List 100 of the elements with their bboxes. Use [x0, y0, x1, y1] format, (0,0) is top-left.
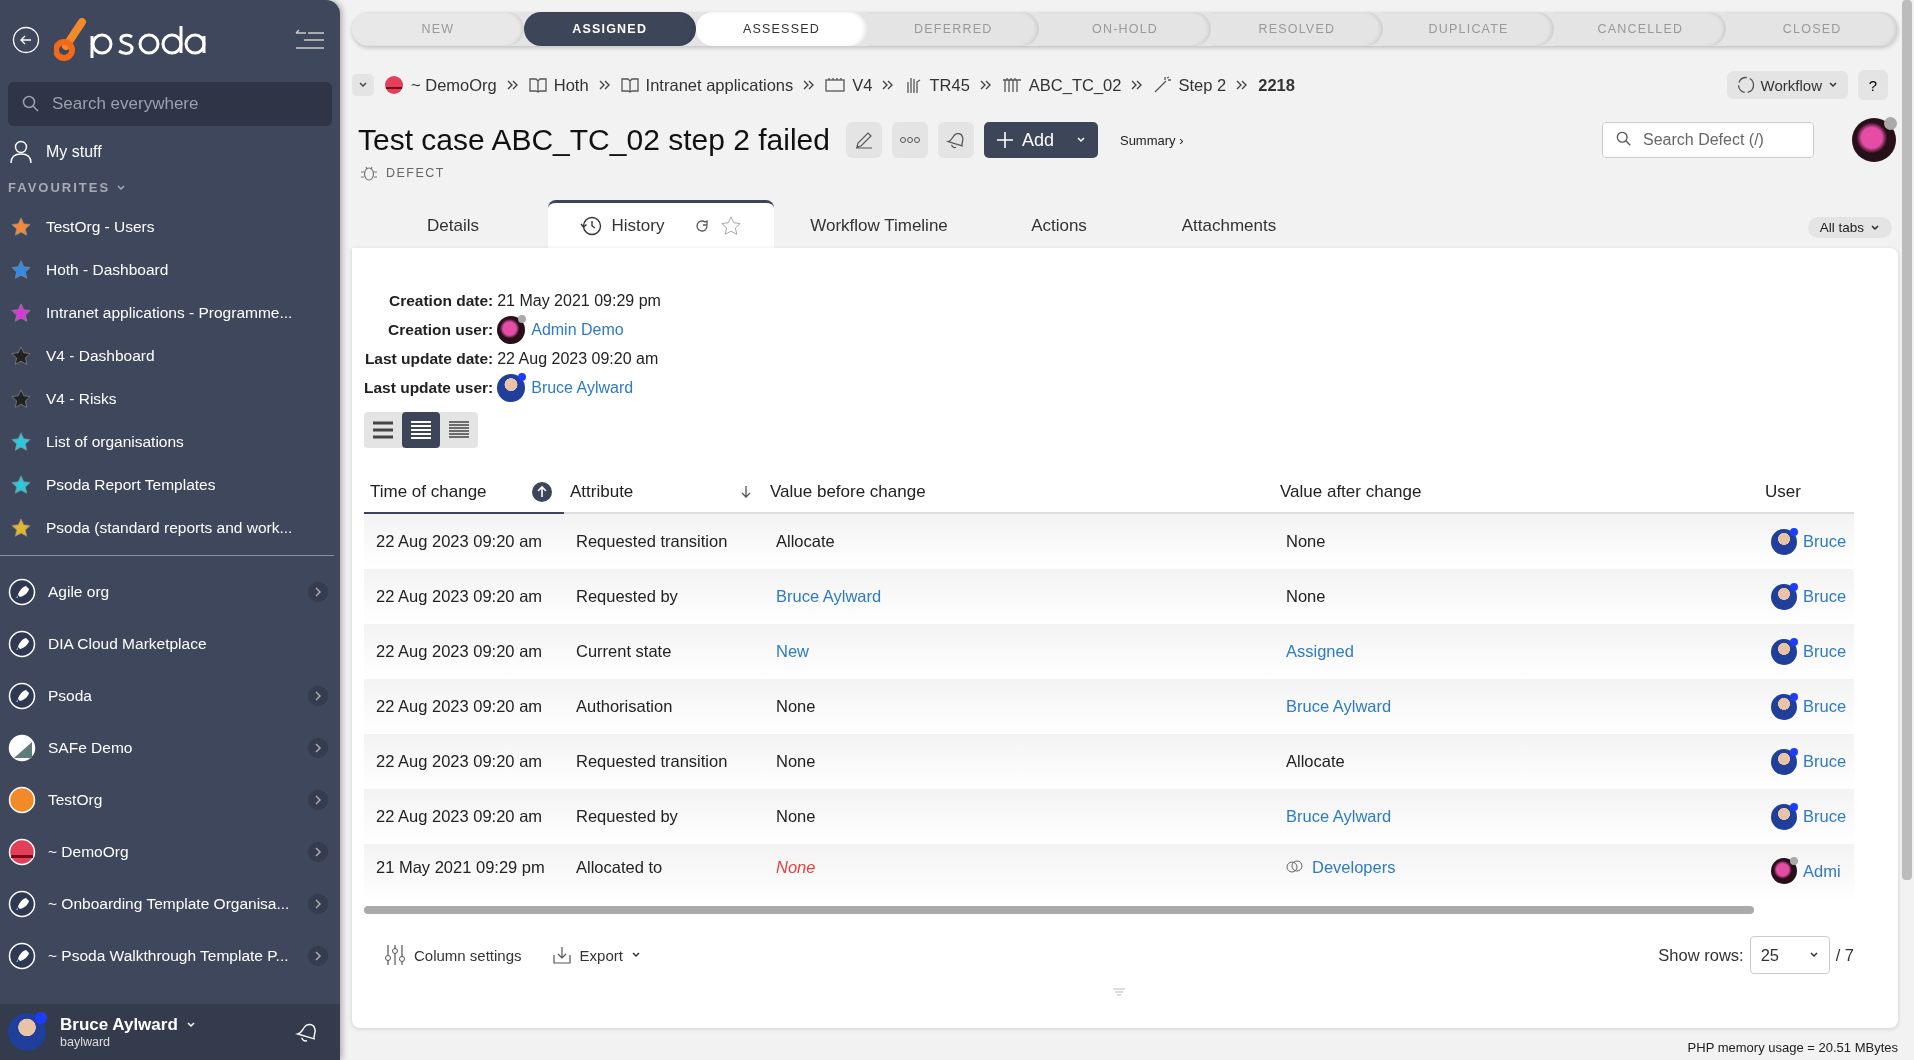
user-link[interactable]: Bruce Aylward [531, 379, 634, 397]
table-cell: 22 Aug 2023 09:20 am [376, 752, 543, 770]
value-link[interactable]: Bruce Aylward [776, 587, 882, 605]
status-dot [1884, 117, 1897, 130]
organisation-link[interactable]: ~ DemoOrg [48, 843, 296, 861]
user-name[interactable]: Bruce Aylward [60, 1015, 178, 1035]
user-link[interactable]: Admin Demo [531, 321, 624, 339]
user-link[interactable]: Admi [1803, 861, 1841, 881]
workflow-stage[interactable]: ASSIGNED [523, 12, 696, 46]
favourite-link[interactable]: V4 - Risks [46, 389, 117, 408]
breadcrumb-link[interactable]: ABC_TC_02 [1028, 75, 1122, 95]
user-link[interactable]: Bruce [1803, 642, 1847, 661]
value-link[interactable]: New [776, 642, 809, 660]
table-cell: Authorisation [576, 697, 673, 715]
refresh-icon[interactable] [694, 217, 711, 234]
breadcrumb-link[interactable]: Step 2 [1178, 75, 1227, 95]
bug-icon [360, 164, 378, 182]
favourite-link[interactable]: Intranet applications - Programme... [46, 303, 293, 322]
sort-arrow-icon[interactable] [740, 485, 752, 499]
page-title: Test case ABC_TC_02 step 2 failed [358, 123, 830, 157]
sliders-icon [384, 944, 406, 966]
favourite-link[interactable]: Psoda (standard reports and work... [46, 518, 293, 537]
help-button[interactable]: ? [1858, 70, 1888, 100]
user-link[interactable]: Bruce [1803, 532, 1847, 551]
value-link[interactable]: Assigned [1286, 642, 1354, 660]
back-icon[interactable] [12, 26, 40, 54]
value-text: None [776, 752, 816, 770]
column-header[interactable]: Value before change [770, 482, 926, 502]
field-label: Creation user: [387, 321, 494, 339]
breadcrumb-link[interactable]: Hoth [553, 75, 589, 95]
value-text: Allocate [1286, 752, 1345, 770]
more-button[interactable] [891, 122, 928, 158]
favourites-heading[interactable]: FAVOURITES [8, 180, 111, 195]
search-field[interactable]: Search everywhere [8, 82, 332, 126]
value-link[interactable]: Bruce Aylward [1286, 807, 1392, 825]
favourite-link[interactable]: TestOrg - Users [46, 217, 155, 236]
dropdown-button[interactable] [352, 74, 374, 96]
favourite-link[interactable]: Hoth - Dashboard [46, 260, 169, 279]
column-header[interactable]: Value after change [1280, 482, 1422, 502]
resize-grip-icon[interactable] [1112, 988, 1126, 996]
chevron-down-icon [1075, 135, 1086, 145]
chevron-down-icon[interactable] [630, 950, 641, 960]
user-link[interactable]: Bruce [1803, 807, 1847, 826]
table-cell: Allocated to [576, 858, 663, 876]
all-tabs-dropdown[interactable]: All tabs [1807, 217, 1892, 238]
organisation-link[interactable]: ~ Onboarding Template Organisa... [48, 895, 296, 913]
show-rows-label: Show rows: [1658, 945, 1744, 965]
search-field[interactable]: Search Defect (/) [1602, 122, 1814, 158]
organisation-link[interactable]: DIA Cloud Marketplace [48, 635, 328, 653]
horizontal-scrollbar[interactable] [364, 906, 1754, 914]
vertical-scrollbar[interactable] [1902, 0, 1912, 880]
group-icon [1286, 859, 1304, 876]
value-link[interactable]: Bruce Aylward [1286, 697, 1392, 715]
organisation-link[interactable]: Psoda [48, 687, 296, 705]
organisation-link[interactable]: TestOrg [48, 791, 296, 809]
group-link[interactable]: Developers [1312, 858, 1396, 877]
column-header[interactable]: Attribute [570, 482, 634, 502]
user-link[interactable]: Bruce [1803, 697, 1847, 716]
organisation-link[interactable]: SAFe Demo [48, 739, 296, 757]
breadcrumb-link[interactable]: ~ DemoOrg [411, 75, 497, 95]
summary-link[interactable]: Summary › [1119, 132, 1184, 148]
breadcrumb-link[interactable]: V4 [852, 75, 873, 95]
favourite-link[interactable]: Psoda Report Templates [46, 475, 216, 494]
table-cell: Current state [576, 642, 672, 660]
tab[interactable]: Actions [984, 204, 1134, 248]
workflow-stage[interactable]: ASSESSED [695, 12, 868, 46]
user-link[interactable]: Bruce [1803, 587, 1847, 606]
breadcrumb-link[interactable]: Intranet applications [645, 75, 794, 95]
bell-button[interactable] [937, 122, 974, 158]
column-header[interactable]: Time of change [370, 482, 487, 502]
workflow-button[interactable]: Workflow [1726, 71, 1848, 99]
book-icon [620, 76, 639, 94]
record-id: 2218 [1258, 75, 1295, 95]
organisation-link[interactable]: ~ Psoda Walkthrough Template P... [48, 947, 296, 965]
user-link[interactable]: Bruce [1803, 752, 1847, 771]
collapse-menu-icon[interactable] [294, 29, 326, 51]
column-header[interactable]: User [1765, 482, 1801, 502]
rows-per-page-select[interactable]: 25 [1749, 936, 1830, 974]
favourite-link[interactable]: List of organisations [46, 432, 184, 451]
tab[interactable]: Attachments [1134, 204, 1324, 248]
field-label: Last update date: [364, 350, 494, 368]
separator-icon [1131, 80, 1144, 90]
value-text: None [776, 807, 816, 825]
my-stuff-link[interactable]: My stuff [46, 143, 102, 161]
view-density-button[interactable] [402, 412, 440, 448]
field-label: Last update user: [364, 379, 494, 397]
breadcrumb-link[interactable]: TR45 [929, 75, 970, 95]
column-settings-button[interactable]: Column settings [414, 946, 522, 964]
sort-ascending-icon[interactable] [532, 482, 552, 502]
tab[interactable]: Workflow Timeline [774, 204, 984, 248]
chevron-down-icon[interactable] [185, 1020, 196, 1030]
tab[interactable]: Details [358, 204, 548, 248]
tab[interactable]: History [548, 200, 774, 248]
export-button[interactable]: Export [579, 946, 623, 964]
add-button[interactable]: Add [983, 122, 1098, 158]
favourite-link[interactable]: V4 - Dashboard [46, 346, 155, 365]
star-icon[interactable] [720, 214, 743, 237]
edit-button[interactable] [845, 122, 882, 158]
organisation-link[interactable]: Agile org [48, 583, 296, 601]
chevron-down-icon [358, 80, 368, 90]
